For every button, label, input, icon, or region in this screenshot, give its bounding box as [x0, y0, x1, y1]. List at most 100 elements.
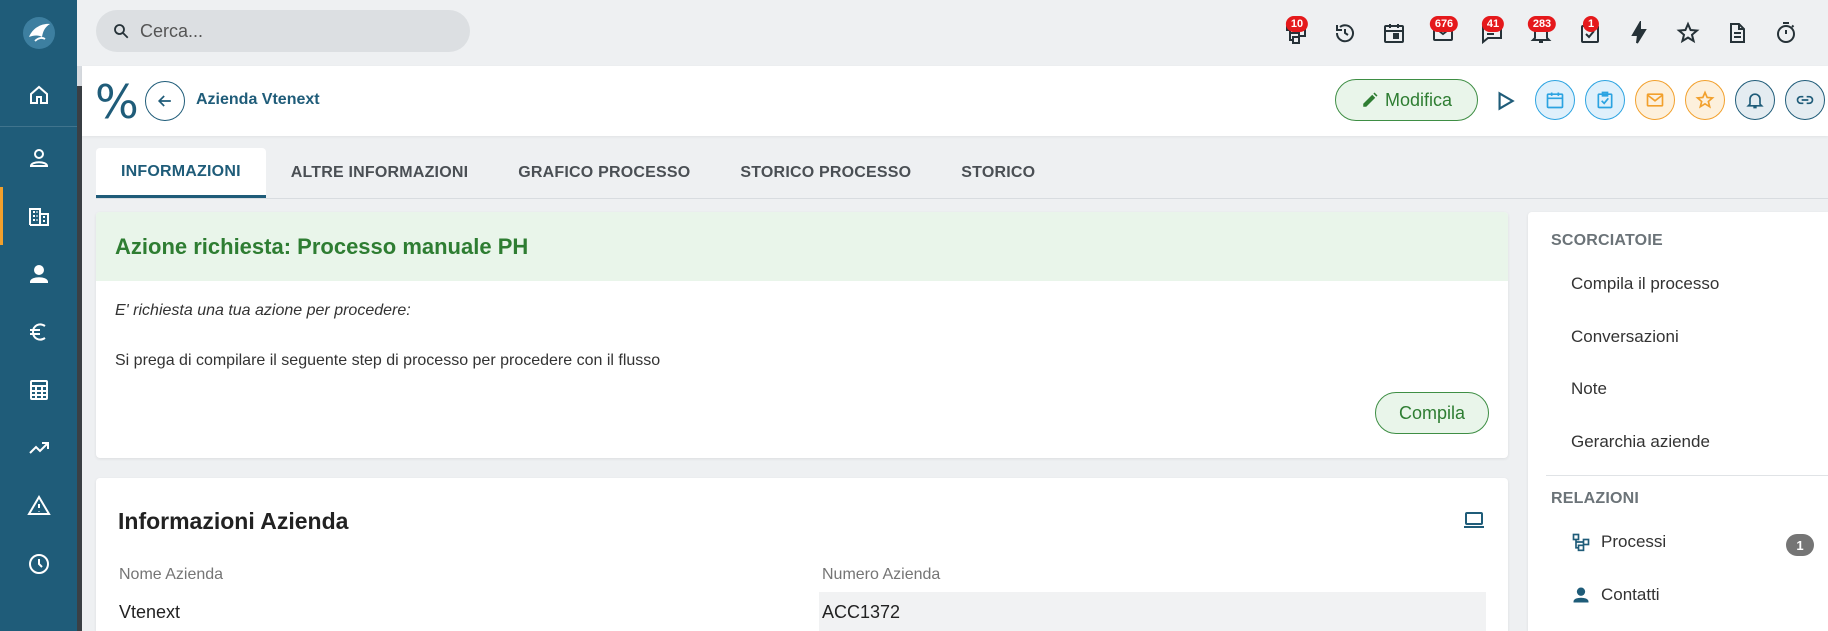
- chat-button[interactable]: 41: [1467, 11, 1516, 55]
- sidebar-item-sales[interactable]: [0, 303, 77, 361]
- back-button[interactable]: [145, 81, 185, 121]
- side-divider: [1546, 475, 1828, 476]
- tasks-badge: 1: [1582, 16, 1600, 32]
- tab-altre-informazioni[interactable]: ALTRE INFORMAZIONI: [266, 148, 494, 198]
- clock-icon: [28, 554, 49, 574]
- section-title: Informazioni Azienda: [118, 508, 349, 534]
- relation-contacts[interactable]: Contatti: [1571, 585, 1660, 605]
- top-bar: 10 676 41 283 1: [77, 0, 1828, 66]
- sidebar-item-calculator[interactable]: [0, 361, 77, 419]
- compile-button[interactable]: Compila: [1375, 392, 1489, 434]
- record-tabs: INFORMAZIONI ALTRE INFORMAZIONI GRAFICO …: [96, 148, 1828, 199]
- search-input[interactable]: [140, 20, 440, 42]
- top-icon-bar: 10 676 41 283 1: [1271, 0, 1810, 66]
- calendar-icon: [1546, 92, 1564, 109]
- sidebar-item-trends[interactable]: [0, 419, 77, 477]
- send-mail-button[interactable]: [1635, 80, 1675, 120]
- link-icon: [1796, 95, 1814, 105]
- section-toggle[interactable]: [1462, 508, 1486, 532]
- person-outline-icon: [29, 149, 48, 167]
- logo-icon: [22, 17, 55, 49]
- relations-heading: RELAZIONI: [1551, 490, 1640, 507]
- action-title: Azione richiesta: Processo manuale PH: [96, 212, 1508, 281]
- relation-processes-label: Processi: [1601, 532, 1667, 551]
- relation-contacts-label: Contatti: [1601, 585, 1660, 604]
- tasks-icon: [1597, 91, 1613, 109]
- favorite-button[interactable]: [1685, 80, 1725, 120]
- edit-button-label: Modifica: [1384, 89, 1453, 110]
- person-icon: [29, 265, 48, 283]
- sidebar-divider: [0, 126, 77, 127]
- tab-storico[interactable]: STORICO: [936, 148, 1060, 198]
- record-title: Azienda Vtenext: [196, 91, 320, 108]
- relation-processes[interactable]: Processi: [1571, 532, 1666, 552]
- mail-button[interactable]: 676: [1418, 11, 1467, 55]
- tab-informazioni[interactable]: INFORMAZIONI: [96, 148, 266, 198]
- tab-storico-processo[interactable]: STORICO PROCESSO: [715, 148, 936, 198]
- field-value-account-name[interactable]: Vtenext: [119, 602, 180, 623]
- module-icon: %: [95, 75, 139, 129]
- sidebar-scrollbar[interactable]: [77, 66, 82, 631]
- scrollbar-thumb[interactable]: [77, 86, 82, 631]
- favorites-button[interactable]: [1663, 11, 1712, 55]
- shortcut-notes[interactable]: Note: [1571, 379, 1607, 399]
- history-icon: [1335, 24, 1354, 43]
- arrow-left-icon: [157, 95, 171, 107]
- run-process-button[interactable]: [1492, 88, 1518, 114]
- notifications-badge: 283: [1527, 16, 1557, 32]
- shortcut-account-hierarchy[interactable]: Gerarchia aziende: [1571, 432, 1710, 452]
- processes-icon: [1572, 533, 1590, 552]
- action-required-card: Azione richiesta: Processo manuale PH E'…: [96, 212, 1508, 458]
- search-box[interactable]: [96, 10, 470, 52]
- sidebar-item-timetracking[interactable]: [0, 535, 77, 593]
- field-value-account-number: ACC1372: [819, 592, 1486, 631]
- document-icon: [1729, 23, 1745, 43]
- app-logo[interactable]: [0, 0, 77, 66]
- follow-button[interactable]: [1735, 80, 1775, 120]
- main-sidebar: [0, 0, 77, 631]
- star-icon: [1676, 21, 1699, 44]
- shortcuts-heading: SCORCIATOIE: [1551, 232, 1663, 249]
- processes-button[interactable]: 10: [1271, 11, 1320, 55]
- field-label-account-name: Nome Azienda: [119, 566, 224, 583]
- sidebar-item-home[interactable]: [0, 66, 77, 124]
- processes-badge: 10: [1285, 16, 1309, 32]
- person-icon: [1573, 587, 1589, 603]
- star-icon: [1695, 90, 1715, 109]
- action-subtitle: E' richiesta una tua azione per proceder…: [115, 302, 411, 319]
- sidebar-item-leads[interactable]: [0, 129, 77, 187]
- record-header: % Azienda Vtenext Modifica: [82, 66, 1828, 136]
- link-button[interactable]: [1785, 80, 1825, 120]
- edit-button[interactable]: Modifica: [1335, 79, 1478, 121]
- timer-button[interactable]: [1761, 11, 1810, 55]
- warning-icon: [26, 495, 51, 515]
- euro-icon: [29, 323, 46, 341]
- search-icon: [114, 24, 129, 39]
- documents-button[interactable]: [1712, 11, 1761, 55]
- mail-badge: 676: [1429, 16, 1459, 32]
- calendar-button[interactable]: [1369, 11, 1418, 55]
- bell-icon: [1746, 93, 1764, 109]
- tasks-button[interactable]: 1: [1565, 11, 1614, 55]
- sidebar-item-contacts[interactable]: [0, 245, 77, 303]
- calendar-icon: [1383, 24, 1404, 43]
- add-task-button[interactable]: [1585, 80, 1625, 120]
- tab-grafico-processo[interactable]: GRAFICO PROCESSO: [493, 148, 715, 198]
- pencil-icon: [1363, 92, 1378, 107]
- field-label-account-number: Numero Azienda: [822, 566, 941, 583]
- add-event-button[interactable]: [1535, 80, 1575, 120]
- play-icon: [1498, 91, 1515, 111]
- quick-actions-button[interactable]: [1614, 11, 1663, 55]
- sidebar-item-accounts[interactable]: [0, 187, 77, 245]
- mail-icon: [1646, 93, 1664, 107]
- flash-icon: [1630, 21, 1647, 44]
- side-panel: SCORCIATOIE Compila il processo Conversa…: [1528, 212, 1828, 631]
- account-info-card: Informazioni Azienda Nome Azienda Vtenex…: [96, 478, 1508, 631]
- history-button[interactable]: [1320, 11, 1369, 55]
- shortcut-conversations[interactable]: Conversazioni: [1571, 327, 1679, 347]
- trending-up-icon: [28, 442, 49, 454]
- notifications-button[interactable]: 283: [1516, 11, 1565, 55]
- sidebar-item-alerts[interactable]: [0, 477, 77, 535]
- action-description: Si prega di compilare il seguente step d…: [115, 352, 661, 369]
- shortcut-compile-process[interactable]: Compila il processo: [1571, 274, 1719, 294]
